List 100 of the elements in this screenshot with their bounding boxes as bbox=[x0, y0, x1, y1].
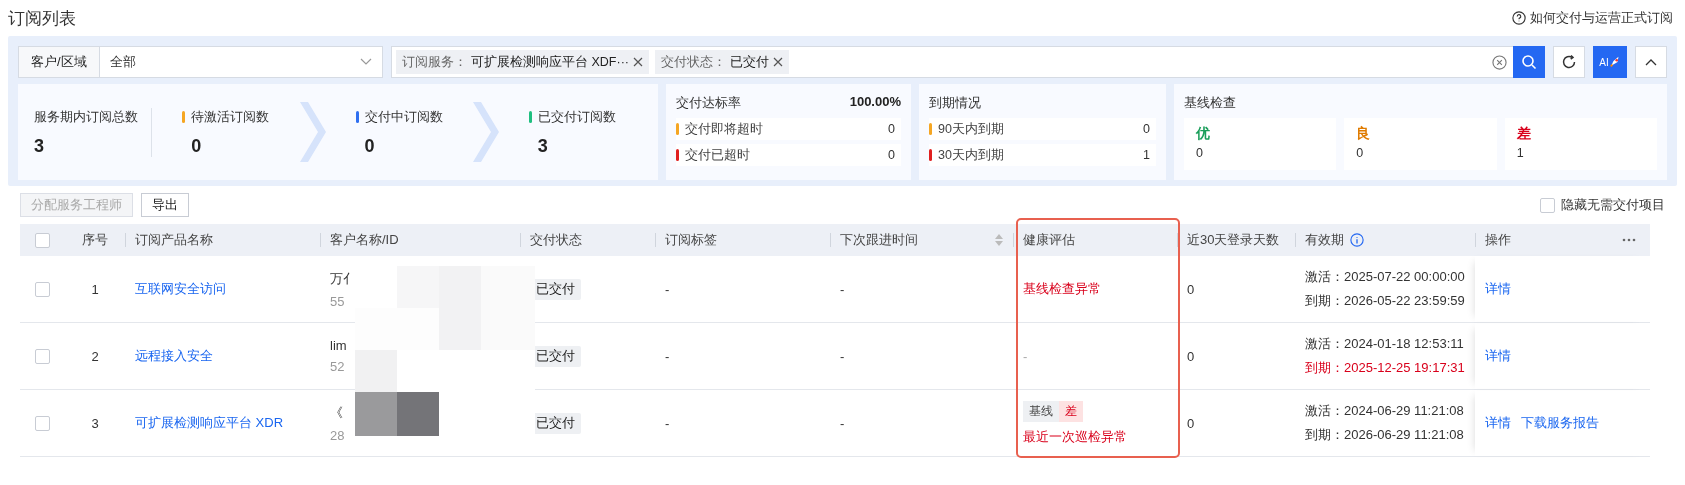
chevron-icon bbox=[472, 102, 499, 162]
stat-value: 3 bbox=[34, 135, 45, 157]
chevron-up-icon bbox=[1645, 58, 1657, 66]
card-title: 基线检查 bbox=[1184, 94, 1236, 112]
filter-chip[interactable]: 交付状态： 已交付 bbox=[654, 50, 789, 74]
stat-value: 0 bbox=[1356, 146, 1364, 160]
expire-date: 到期：2025-12-25 19:17:31 bbox=[1305, 359, 1465, 377]
column-header: 订阅标签 bbox=[665, 231, 717, 249]
stat-value: 3 bbox=[537, 135, 549, 157]
stat-value: 0 bbox=[364, 135, 376, 157]
stat-label: 已交付订阅数 bbox=[528, 107, 646, 126]
customer-name: 万亻 bbox=[330, 269, 356, 288]
product-link[interactable]: 远程接入安全 bbox=[135, 347, 213, 365]
card-title: 交付达标率 bbox=[676, 94, 741, 112]
grade-label: 良 bbox=[1356, 126, 1371, 140]
stat-label: 交付即将超时 bbox=[676, 120, 763, 138]
rocket-icon bbox=[1608, 56, 1621, 68]
export-button[interactable]: 导出 bbox=[141, 193, 189, 217]
customer-id: 28 bbox=[330, 427, 345, 443]
page-title: 订阅列表 bbox=[8, 7, 76, 30]
table-cell: 0 bbox=[1187, 348, 1195, 364]
table-cell: - bbox=[840, 281, 845, 297]
refresh-button[interactable] bbox=[1553, 46, 1585, 78]
select-all-checkbox[interactable] bbox=[35, 232, 50, 248]
table-cell: - bbox=[840, 415, 845, 431]
health-text: - bbox=[1023, 348, 1028, 364]
checkbox-label: 隐藏无需交付项目 bbox=[1561, 196, 1665, 214]
region-value: 全部 bbox=[109, 53, 136, 71]
column-header: 健康评估 bbox=[1023, 231, 1075, 249]
row-checkbox[interactable] bbox=[35, 415, 50, 431]
baseline-tag: 基线 bbox=[1023, 400, 1059, 422]
expire-date: 到期：2026-06-29 11:21:08 bbox=[1305, 426, 1464, 444]
rate-value: 100.00% bbox=[849, 94, 901, 111]
activate-date: 激活：2024-01-18 12:53:11 bbox=[1305, 335, 1464, 353]
region-label: 客户/区域 bbox=[19, 47, 100, 77]
customer-id: 55 bbox=[330, 293, 345, 309]
table-cell: 1 bbox=[91, 281, 99, 297]
table-cell: - bbox=[665, 415, 670, 431]
region-select[interactable]: 客户/区域 全部 bbox=[18, 46, 383, 78]
stat-value: 1 bbox=[1516, 146, 1524, 160]
help-icon bbox=[1512, 11, 1526, 25]
collapse-button[interactable] bbox=[1635, 46, 1667, 78]
stat-label: 30天内到期 bbox=[929, 146, 1004, 164]
filter-search-field[interactable]: 订阅服务： 可扩展检测响应平台 XDF··· 交付状态： 已交付 bbox=[391, 46, 1545, 78]
grade-label: 差 bbox=[1516, 126, 1531, 140]
card-title: 到期情况 bbox=[929, 94, 981, 112]
action-link[interactable]: 下载服务报告 bbox=[1521, 414, 1599, 432]
sort-icon[interactable] bbox=[995, 234, 1003, 246]
stat-label: 交付已超时 bbox=[676, 146, 750, 164]
product-link[interactable]: 可扩展检测响应平台 XDR bbox=[135, 414, 284, 432]
search-icon bbox=[1521, 54, 1537, 70]
action-link[interactable]: 详情 bbox=[1485, 347, 1511, 365]
filter-chip[interactable]: 订阅服务： 可扩展检测响应平台 XDF··· bbox=[396, 50, 649, 74]
refresh-icon bbox=[1561, 54, 1577, 70]
table-cell: 0 bbox=[1187, 415, 1195, 431]
grade-tag: 差 bbox=[1059, 400, 1083, 422]
action-link[interactable]: 详情 bbox=[1485, 280, 1511, 298]
stat-value: 0 bbox=[191, 135, 203, 157]
table-cell: 3 bbox=[91, 415, 99, 431]
column-header: 有效期 bbox=[1305, 231, 1344, 249]
table-cell: 0 bbox=[1187, 281, 1195, 297]
customer-id: 52 bbox=[330, 359, 345, 374]
column-header: 操作 bbox=[1485, 231, 1511, 249]
health-text: 最近一次巡检异常 bbox=[1023, 427, 1127, 446]
stat-value: 1 bbox=[1143, 148, 1150, 162]
column-header: 近30天登录天数 bbox=[1187, 231, 1280, 249]
activate-date: 激活：2024-06-29 11:21:08 bbox=[1305, 402, 1464, 420]
chevron-icon bbox=[299, 102, 326, 162]
customer-name: 《 bbox=[330, 403, 343, 422]
product-link[interactable]: 互联网安全访问 bbox=[135, 280, 226, 298]
column-header: 订阅产品名称 bbox=[135, 231, 213, 249]
health-text: 基线检查异常 bbox=[1023, 280, 1101, 298]
action-link[interactable]: 详情 bbox=[1485, 414, 1511, 432]
clear-icon[interactable] bbox=[1492, 54, 1507, 70]
row-checkbox[interactable] bbox=[35, 281, 50, 297]
customer-name: lim bbox=[330, 338, 347, 353]
column-header: 交付状态 bbox=[530, 231, 582, 249]
ai-button[interactable]: AI bbox=[1593, 46, 1627, 78]
stat-label: 服务期内订阅总数 bbox=[34, 107, 139, 126]
stat-value: 0 bbox=[888, 148, 895, 162]
close-icon bbox=[772, 57, 783, 67]
stat-value: 0 bbox=[888, 122, 895, 136]
table-cell: - bbox=[665, 281, 670, 297]
table-cell: 2 bbox=[91, 348, 99, 364]
stat-label: 90天内到期 bbox=[929, 120, 1004, 138]
column-header: 下次跟进时间 bbox=[840, 231, 918, 249]
expire-date: 到期：2026-05-22 23:59:59 bbox=[1305, 292, 1465, 310]
help-link[interactable]: 如何交付与运营正式订阅 bbox=[1512, 9, 1673, 27]
activate-date: 激活：2025-07-22 00:00:00 bbox=[1305, 268, 1465, 286]
table-cell: - bbox=[840, 348, 845, 364]
table-cell: - bbox=[665, 348, 670, 364]
column-header: 客户名称/ID bbox=[330, 231, 399, 249]
search-button[interactable] bbox=[1513, 46, 1545, 78]
row-checkbox[interactable] bbox=[35, 348, 50, 364]
checkbox[interactable] bbox=[1540, 197, 1555, 213]
close-icon bbox=[632, 57, 643, 67]
column-header: 序号 bbox=[82, 231, 108, 249]
info-icon bbox=[1350, 233, 1364, 247]
more-icon[interactable] bbox=[1622, 238, 1636, 242]
stat-label: 待激活订阅数 bbox=[182, 107, 300, 126]
